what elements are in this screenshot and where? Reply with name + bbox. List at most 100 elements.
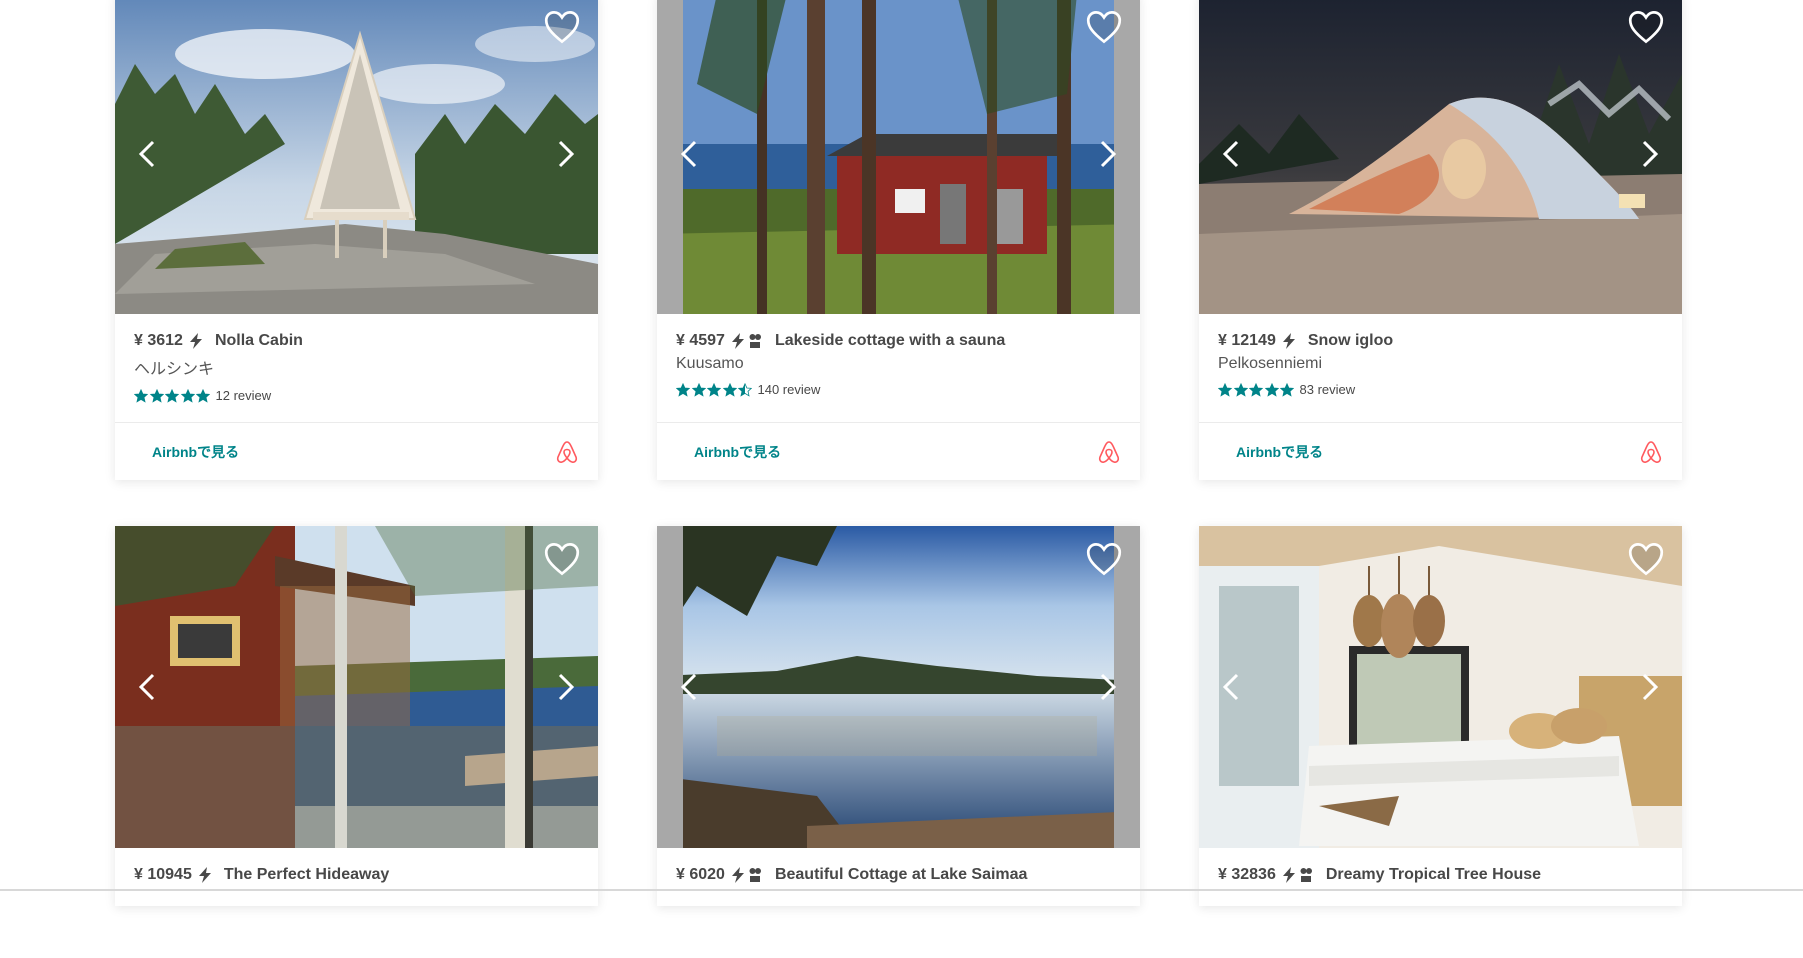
lightning-bolt-icon xyxy=(189,333,203,349)
star-rating xyxy=(134,388,212,403)
listing-name: Lakeside cottage with a sauna xyxy=(774,332,1006,349)
carousel-prev-chevron-left-icon[interactable] xyxy=(133,667,161,707)
lightning-bolt-icon xyxy=(731,867,745,883)
listing-card[interactable]: ¥ 6020 Beautiful Cottage at Lake Saimaa xyxy=(657,526,1140,906)
lightning-bolt-icon xyxy=(1282,867,1296,883)
listing-rating: 12 review xyxy=(134,388,579,403)
star-icon xyxy=(691,382,706,397)
listing-photo[interactable] xyxy=(115,526,598,848)
listing-photo[interactable] xyxy=(657,526,1140,848)
carousel-next-chevron-right-icon[interactable] xyxy=(552,667,580,707)
listing-card[interactable]: ¥ 32836 Dreamy Tropical Tree House xyxy=(1199,526,1682,906)
listing-location: ヘルシンキ xyxy=(134,361,215,378)
favorite-heart-icon[interactable] xyxy=(1086,542,1122,576)
photo-tropical-tree-house xyxy=(1199,526,1682,848)
star-icon xyxy=(180,388,195,403)
star-icon xyxy=(1249,382,1263,397)
listing-title-row: ¥ 4597 Lakeside cottage with a sauna xyxy=(676,332,1121,350)
airbnb-logo-icon[interactable] xyxy=(554,439,580,465)
listing-card[interactable]: ¥ 4597 Lakeside cottage with a sauna Kuu… xyxy=(657,0,1140,480)
star-icon xyxy=(134,388,148,403)
listing-title-row: ¥ 6020 Beautiful Cottage at Lake Saimaa xyxy=(676,866,1121,884)
listing-footer: Airbnbで見る xyxy=(657,422,1140,480)
listing-title-row: ¥ 3612 Nolla Cabin xyxy=(134,332,579,350)
listing-photo[interactable] xyxy=(1199,526,1682,848)
favorite-heart-icon[interactable] xyxy=(1628,542,1664,576)
listing-name: Beautiful Cottage at Lake Saimaa xyxy=(774,866,1028,883)
favorite-heart-icon[interactable] xyxy=(544,542,580,576)
view-on-airbnb-link[interactable]: Airbnbで見る xyxy=(152,442,239,462)
listing-info: ¥ 32836 Dreamy Tropical Tree House xyxy=(1199,848,1682,958)
listing-name: Dreamy Tropical Tree House xyxy=(1325,866,1542,883)
lightning-bolt-icon xyxy=(198,867,212,883)
photo-snow-igloo xyxy=(1199,0,1682,314)
rare-find-icon xyxy=(1300,867,1312,883)
listing-grid: ¥ 3612 Nolla Cabin ヘルシンキ 12 review Airbn… xyxy=(115,0,1682,906)
lightning-bolt-icon xyxy=(1282,333,1296,349)
carousel-prev-chevron-left-icon[interactable] xyxy=(675,667,703,707)
star-icon xyxy=(165,388,179,403)
star-icon xyxy=(1233,382,1248,397)
review-count: 83 review xyxy=(1299,382,1356,397)
star-icon xyxy=(738,382,752,397)
listing-info: ¥ 4597 Lakeside cottage with a sauna Kuu… xyxy=(657,314,1140,424)
airbnb-logo-icon[interactable] xyxy=(1638,439,1664,465)
listing-photo[interactable] xyxy=(657,0,1140,314)
rare-find-icon xyxy=(749,333,761,349)
star-rating xyxy=(676,382,754,397)
carousel-prev-chevron-left-icon[interactable] xyxy=(675,134,703,174)
photo-nolla-cabin xyxy=(115,0,598,314)
favorite-heart-icon[interactable] xyxy=(1086,10,1122,44)
listing-rating: 83 review xyxy=(1218,382,1663,397)
photo-lakeside-cottage xyxy=(657,0,1140,314)
favorite-heart-icon[interactable] xyxy=(544,10,580,44)
listing-card[interactable]: ¥ 3612 Nolla Cabin ヘルシンキ 12 review Airbn… xyxy=(115,0,598,480)
carousel-next-chevron-right-icon[interactable] xyxy=(1094,134,1122,174)
star-icon xyxy=(196,388,210,403)
listing-name: Snow igloo xyxy=(1307,332,1394,349)
view-on-airbnb-link[interactable]: Airbnbで見る xyxy=(694,442,781,462)
listing-info: ¥ 3612 Nolla Cabin ヘルシンキ 12 review xyxy=(115,314,598,424)
carousel-next-chevron-right-icon[interactable] xyxy=(1636,134,1664,174)
carousel-prev-chevron-left-icon[interactable] xyxy=(133,134,161,174)
star-rating xyxy=(1218,382,1296,397)
listing-price: ¥ 12149 xyxy=(1218,332,1276,349)
view-on-airbnb-link[interactable]: Airbnbで見る xyxy=(1236,442,1323,462)
listing-title-row: ¥ 32836 Dreamy Tropical Tree House xyxy=(1218,866,1663,884)
review-count: 12 review xyxy=(215,388,272,403)
listing-price: ¥ 10945 xyxy=(134,866,192,883)
star-icon xyxy=(1218,382,1232,397)
carousel-next-chevron-right-icon[interactable] xyxy=(1636,667,1664,707)
listing-location: Pelkosenniemi xyxy=(1218,355,1323,372)
listing-price: ¥ 4597 xyxy=(676,332,725,349)
rare-find-icon xyxy=(749,867,761,883)
listing-photo[interactable] xyxy=(1199,0,1682,314)
listing-info: ¥ 10945 The Perfect Hideaway xyxy=(115,848,598,958)
listing-price: ¥ 32836 xyxy=(1218,866,1276,883)
carousel-prev-chevron-left-icon[interactable] xyxy=(1217,667,1245,707)
star-icon xyxy=(1280,382,1294,397)
listing-photo[interactable] xyxy=(115,0,598,314)
listing-info: ¥ 6020 Beautiful Cottage at Lake Saimaa xyxy=(657,848,1140,958)
favorite-heart-icon[interactable] xyxy=(1628,10,1664,44)
listing-footer: Airbnbで見る xyxy=(115,422,598,480)
listing-name: The Perfect Hideaway xyxy=(223,866,390,883)
photo-lake-saimaa xyxy=(657,526,1140,848)
listing-title-row: ¥ 12149 Snow igloo xyxy=(1218,332,1663,350)
listing-card[interactable]: ¥ 12149 Snow igloo Pelkosenniemi 83 revi… xyxy=(1199,0,1682,480)
listing-card[interactable]: ¥ 10945 The Perfect Hideaway xyxy=(115,526,598,906)
photo-perfect-hideaway xyxy=(115,526,598,848)
listing-footer: Airbnbで見る xyxy=(1199,422,1682,480)
carousel-next-chevron-right-icon[interactable] xyxy=(1094,667,1122,707)
star-icon xyxy=(722,382,737,397)
star-icon xyxy=(676,382,690,397)
listing-location: Kuusamo xyxy=(676,355,744,372)
listing-name: Nolla Cabin xyxy=(214,332,303,349)
star-icon xyxy=(707,382,721,397)
listing-price: ¥ 6020 xyxy=(676,866,725,883)
review-count: 140 review xyxy=(757,382,821,397)
carousel-next-chevron-right-icon[interactable] xyxy=(552,134,580,174)
airbnb-logo-icon[interactable] xyxy=(1096,439,1122,465)
carousel-prev-chevron-left-icon[interactable] xyxy=(1217,134,1245,174)
star-icon xyxy=(1264,382,1279,397)
